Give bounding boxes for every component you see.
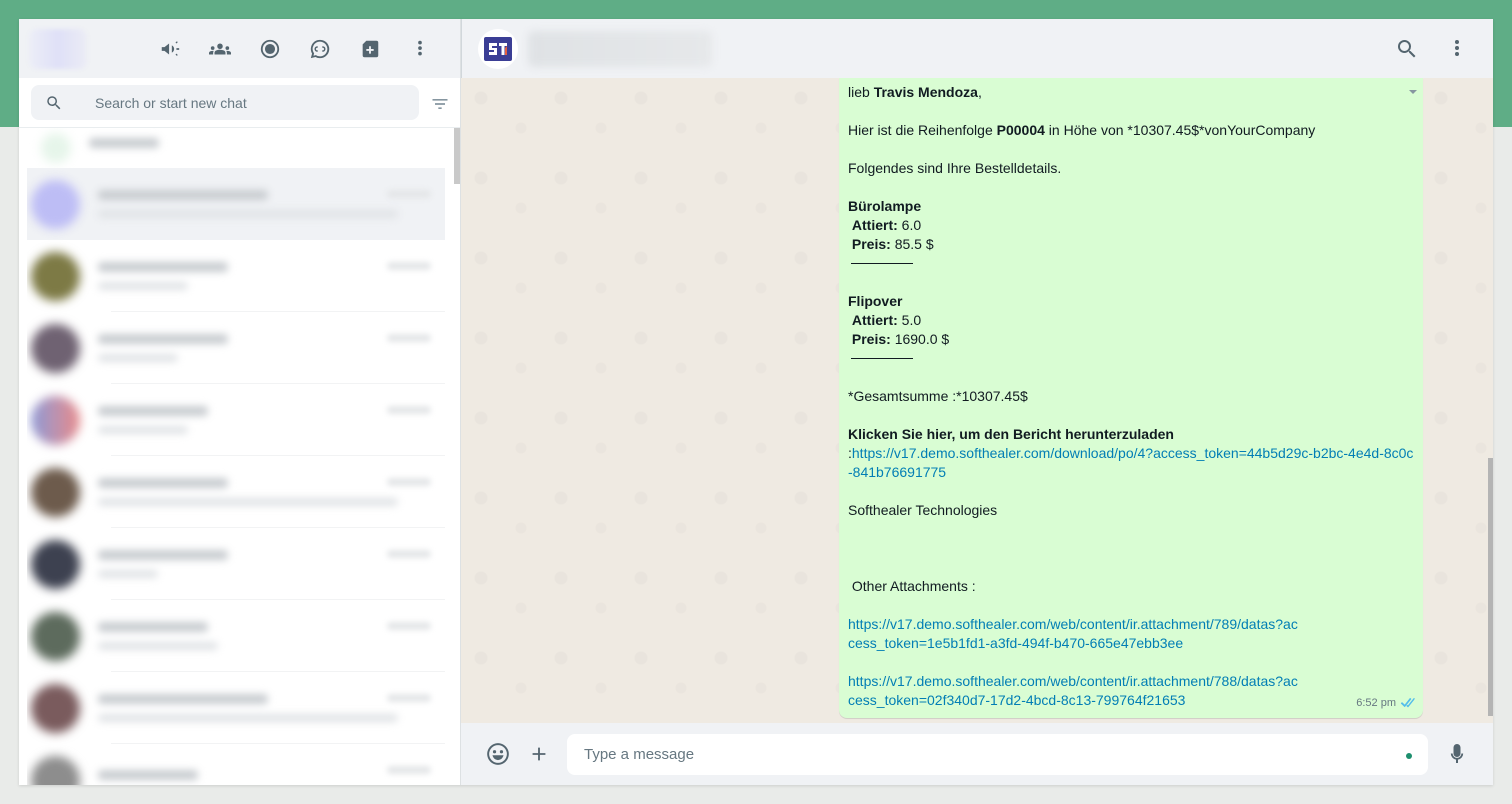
download-label: Klicken Sie hier, um den Bericht herunte… <box>848 426 1174 442</box>
list-item[interactable] <box>27 528 445 600</box>
emoji-icon[interactable] <box>484 740 512 768</box>
item-qty-label: Attiert: <box>851 312 898 328</box>
attachment-link[interactable]: https://v17.demo.softhealer.com/web/cont… <box>848 616 1298 651</box>
avatar <box>31 323 80 373</box>
outgoing-message[interactable]: lieb Travis Mendoza, Hier ist die Reihen… <box>839 78 1423 718</box>
contact-name[interactable] <box>528 31 712 67</box>
item-name: Bürolampe <box>848 198 922 214</box>
download-report-link[interactable]: https://v17.demo.softhealer.com/download… <box>848 445 1413 480</box>
message-input-box <box>567 734 1428 775</box>
whatsapp-app: lieb Travis Mendoza, Hier ist die Reihen… <box>19 19 1493 785</box>
contact-avatar[interactable] <box>478 29 518 69</box>
customer-name: Travis Mendoza <box>873 84 978 100</box>
avatar <box>41 133 71 163</box>
avatar <box>31 539 80 589</box>
list-item[interactable] <box>27 312 445 384</box>
filter-icon[interactable] <box>430 94 450 114</box>
avatar <box>31 395 80 445</box>
item-qty: 6.0 <box>897 217 922 233</box>
mic-icon[interactable] <box>1443 740 1471 768</box>
search-input[interactable] <box>95 94 395 111</box>
menu-icon[interactable] <box>1445 37 1469 61</box>
greeting-prefix: lieb <box>848 84 874 100</box>
item-price: 1690.0 $ <box>890 331 950 347</box>
attach-plus-icon[interactable] <box>525 740 553 768</box>
channels-icon[interactable] <box>302 32 338 66</box>
details-intro: Folgendes sind Ihre Bestelldetails. <box>848 160 1062 176</box>
search-row <box>19 78 460 128</box>
search-icon[interactable] <box>31 94 77 112</box>
avatar <box>31 251 80 301</box>
item-price: 85.5 $ <box>890 236 934 252</box>
megaphone-icon[interactable] <box>152 32 188 66</box>
list-item[interactable] <box>27 456 445 528</box>
item-price-label: Preis: <box>851 331 891 347</box>
chat-list-panel <box>19 19 461 785</box>
order-prefix: Hier ist die Reihenfolge <box>848 122 997 138</box>
order-total: *Gesamtsumme :*10307.45$ <box>848 388 1028 404</box>
item-divider <box>851 254 913 264</box>
avatar <box>31 755 80 785</box>
my-profile-avatar[interactable] <box>29 28 87 69</box>
message-time: 6:52 pm <box>1356 697 1396 709</box>
greeting-suffix: , <box>977 84 982 100</box>
item-name: Flipover <box>848 293 903 309</box>
item-divider <box>851 349 913 359</box>
avatar <box>31 683 80 733</box>
conversation-panel: lieb Travis Mendoza, Hier ist die Reihen… <box>461 19 1493 785</box>
list-item[interactable] <box>27 168 445 240</box>
message-area: lieb Travis Mendoza, Hier ist die Reihen… <box>461 78 1493 723</box>
list-item[interactable] <box>27 128 445 168</box>
chat-list-scrollbar[interactable] <box>454 128 460 184</box>
signature: Softhealer Technologies <box>848 502 998 518</box>
list-item[interactable] <box>27 600 445 672</box>
item-qty: 5.0 <box>897 312 922 328</box>
softhealer-logo <box>484 37 512 61</box>
item-price-label: Preis: <box>851 236 891 252</box>
avatar <box>31 611 80 661</box>
chat-list <box>27 128 445 785</box>
search-box <box>31 85 419 120</box>
list-item[interactable] <box>27 672 445 744</box>
communities-icon[interactable] <box>202 32 238 66</box>
attachment-link[interactable]: https://v17.demo.softhealer.com/web/cont… <box>848 673 1298 708</box>
new-chat-icon[interactable] <box>352 32 388 66</box>
conversation-header <box>461 19 1493 78</box>
message-meta: 6:52 pm <box>1356 694 1416 713</box>
order-amount-text: in Höhe von *10307.45$*vonYourCompany <box>1044 122 1316 138</box>
order-number: P00004 <box>996 122 1045 138</box>
message-input[interactable] <box>584 746 1364 763</box>
avatar <box>31 179 80 229</box>
double-check-read-icon <box>1400 698 1415 708</box>
search-icon[interactable] <box>1395 37 1419 61</box>
message-menu-chevron-icon[interactable] <box>1407 84 1419 96</box>
list-item[interactable] <box>27 240 445 312</box>
composer-bar <box>461 723 1493 785</box>
avatar <box>31 467 80 517</box>
message-scrollbar[interactable] <box>1488 458 1493 716</box>
menu-icon[interactable] <box>402 32 438 66</box>
list-item[interactable] <box>27 384 445 456</box>
left-header <box>19 19 460 78</box>
left-header-icons <box>152 32 438 66</box>
list-item[interactable] <box>27 744 445 785</box>
status-dot <box>1406 753 1412 759</box>
attachments-label: Other Attachments : <box>848 578 976 594</box>
item-qty-label: Attiert: <box>851 217 898 233</box>
status-icon[interactable] <box>252 32 288 66</box>
